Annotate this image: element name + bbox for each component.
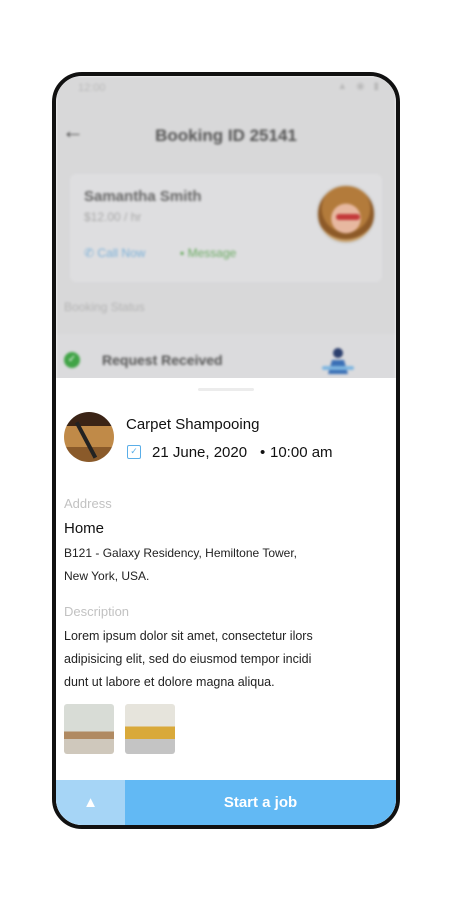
service-name: Carpet Shampooing: [126, 416, 260, 433]
service-time: 10:00 am: [270, 444, 333, 461]
phone-frame: 12:00 ▲ ◉ ▮ ← Booking ID 25141 Samantha …: [52, 72, 400, 829]
drag-handle[interactable]: [198, 388, 254, 391]
provider-card: Samantha Smith $12.00 / hr ✆ Call Now ▪ …: [70, 174, 382, 282]
status-row: ✓ Request Received: [56, 334, 396, 384]
page-title: Booking ID 25141: [155, 126, 297, 145]
carpet-cleaner-image: [74, 421, 98, 459]
check-circle-icon: ✓: [64, 352, 80, 368]
bottom-sheet: Carpet Shampooing ✓ 21 June, 2020 • 10:0…: [56, 378, 396, 825]
status-text: Request Received: [102, 352, 223, 368]
status-time: 12:00: [78, 82, 106, 94]
call-now-button[interactable]: ✆ Call Now: [84, 246, 145, 260]
avatar-glasses: [336, 214, 360, 220]
status-icons: ▲ ◉ ▮: [337, 81, 382, 92]
booking-detail-background: 12:00 ▲ ◉ ▮ ← Booking ID 25141 Samantha …: [56, 76, 396, 386]
service-date: 21 June, 2020: [152, 444, 248, 461]
description-label: Description: [64, 604, 130, 619]
address-line: New York, USA.: [64, 569, 150, 583]
calendar-icon: ✓: [127, 445, 141, 459]
description-line: dunt ut labore et dolore magna aliqua.: [64, 675, 275, 689]
message-button[interactable]: ▪ Message: [180, 246, 236, 260]
status-illustration: [322, 348, 354, 374]
address-label: Address: [64, 496, 112, 511]
booking-status-label: Booking Status: [64, 300, 145, 314]
screen: 12:00 ▲ ◉ ▮ ← Booking ID 25141 Samantha …: [56, 76, 396, 825]
provider-rate: $12.00 / hr: [84, 210, 142, 224]
message-icon: ▪: [180, 246, 185, 260]
address-title: Home: [64, 520, 105, 537]
attachment-photo[interactable]: [64, 704, 114, 754]
phone-icon: ✆: [84, 246, 95, 260]
description-line: adipisicing elit, sed do eiusmod tempor …: [64, 652, 312, 666]
navigate-button[interactable]: ▲: [56, 780, 125, 825]
call-now-label: Call Now: [97, 246, 146, 260]
address-line: B121 - Galaxy Residency, Hemiltone Tower…: [64, 546, 297, 560]
attachment-photo[interactable]: [125, 704, 175, 754]
avatar: [316, 184, 376, 244]
service-thumbnail: [64, 412, 114, 462]
action-bar: ▲ Start a job: [56, 780, 396, 825]
date-time-separator: •: [260, 444, 266, 461]
status-bar: 12:00 ▲ ◉ ▮: [56, 80, 396, 98]
start-job-button[interactable]: Start a job: [125, 780, 396, 825]
provider-name: Samantha Smith: [84, 188, 202, 205]
navigation-arrow-icon: ▲: [83, 794, 98, 811]
description-line: Lorem ipsum dolor sit amet, consectetur …: [64, 629, 313, 643]
message-label: Message: [187, 246, 237, 260]
